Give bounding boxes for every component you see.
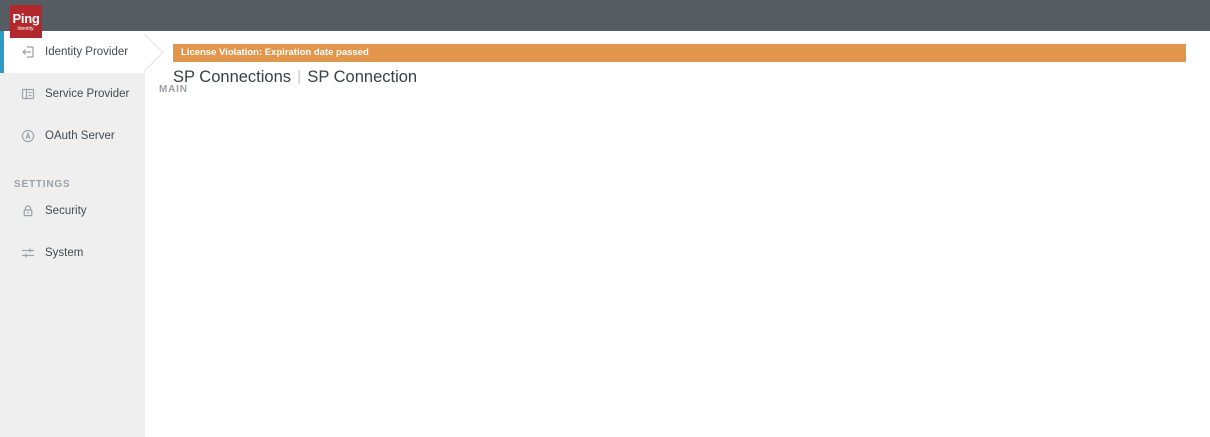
oauth-server-icon [20,128,36,144]
sidebar-item-security[interactable]: Security [0,190,145,232]
lock-icon [20,203,36,219]
sidebar: MAIN Identity Provider Service Provider [0,31,1210,437]
sidebar-item-label: System [45,247,84,259]
identity-provider-icon [20,44,36,60]
sidebar-item-service-provider[interactable]: Service Provider [0,73,145,115]
top-bar [0,0,1210,31]
license-violation-banner: License Violation: Expiration date passe… [173,44,1186,62]
ping-identity-logo[interactable]: Ping Identity. [10,5,42,38]
sidebar-item-label: OAuth Server [45,130,115,142]
sidebar-item-oauth-server[interactable]: OAuth Server [0,115,145,157]
sidebar-item-label: Service Provider [45,88,130,100]
sidebar-section-settings: SETTINGS [14,179,71,190]
sidebar-item-system[interactable]: System [0,232,145,274]
sidebar-item-label: Security [45,205,87,217]
sidebar-item-label: Identity Provider [45,46,129,58]
sliders-icon [20,245,36,261]
sidebar-section-main: MAIN [145,84,1210,437]
logo-subword: Identity. [17,25,35,32]
service-provider-icon [20,86,36,102]
logo-word: Ping [12,10,40,26]
